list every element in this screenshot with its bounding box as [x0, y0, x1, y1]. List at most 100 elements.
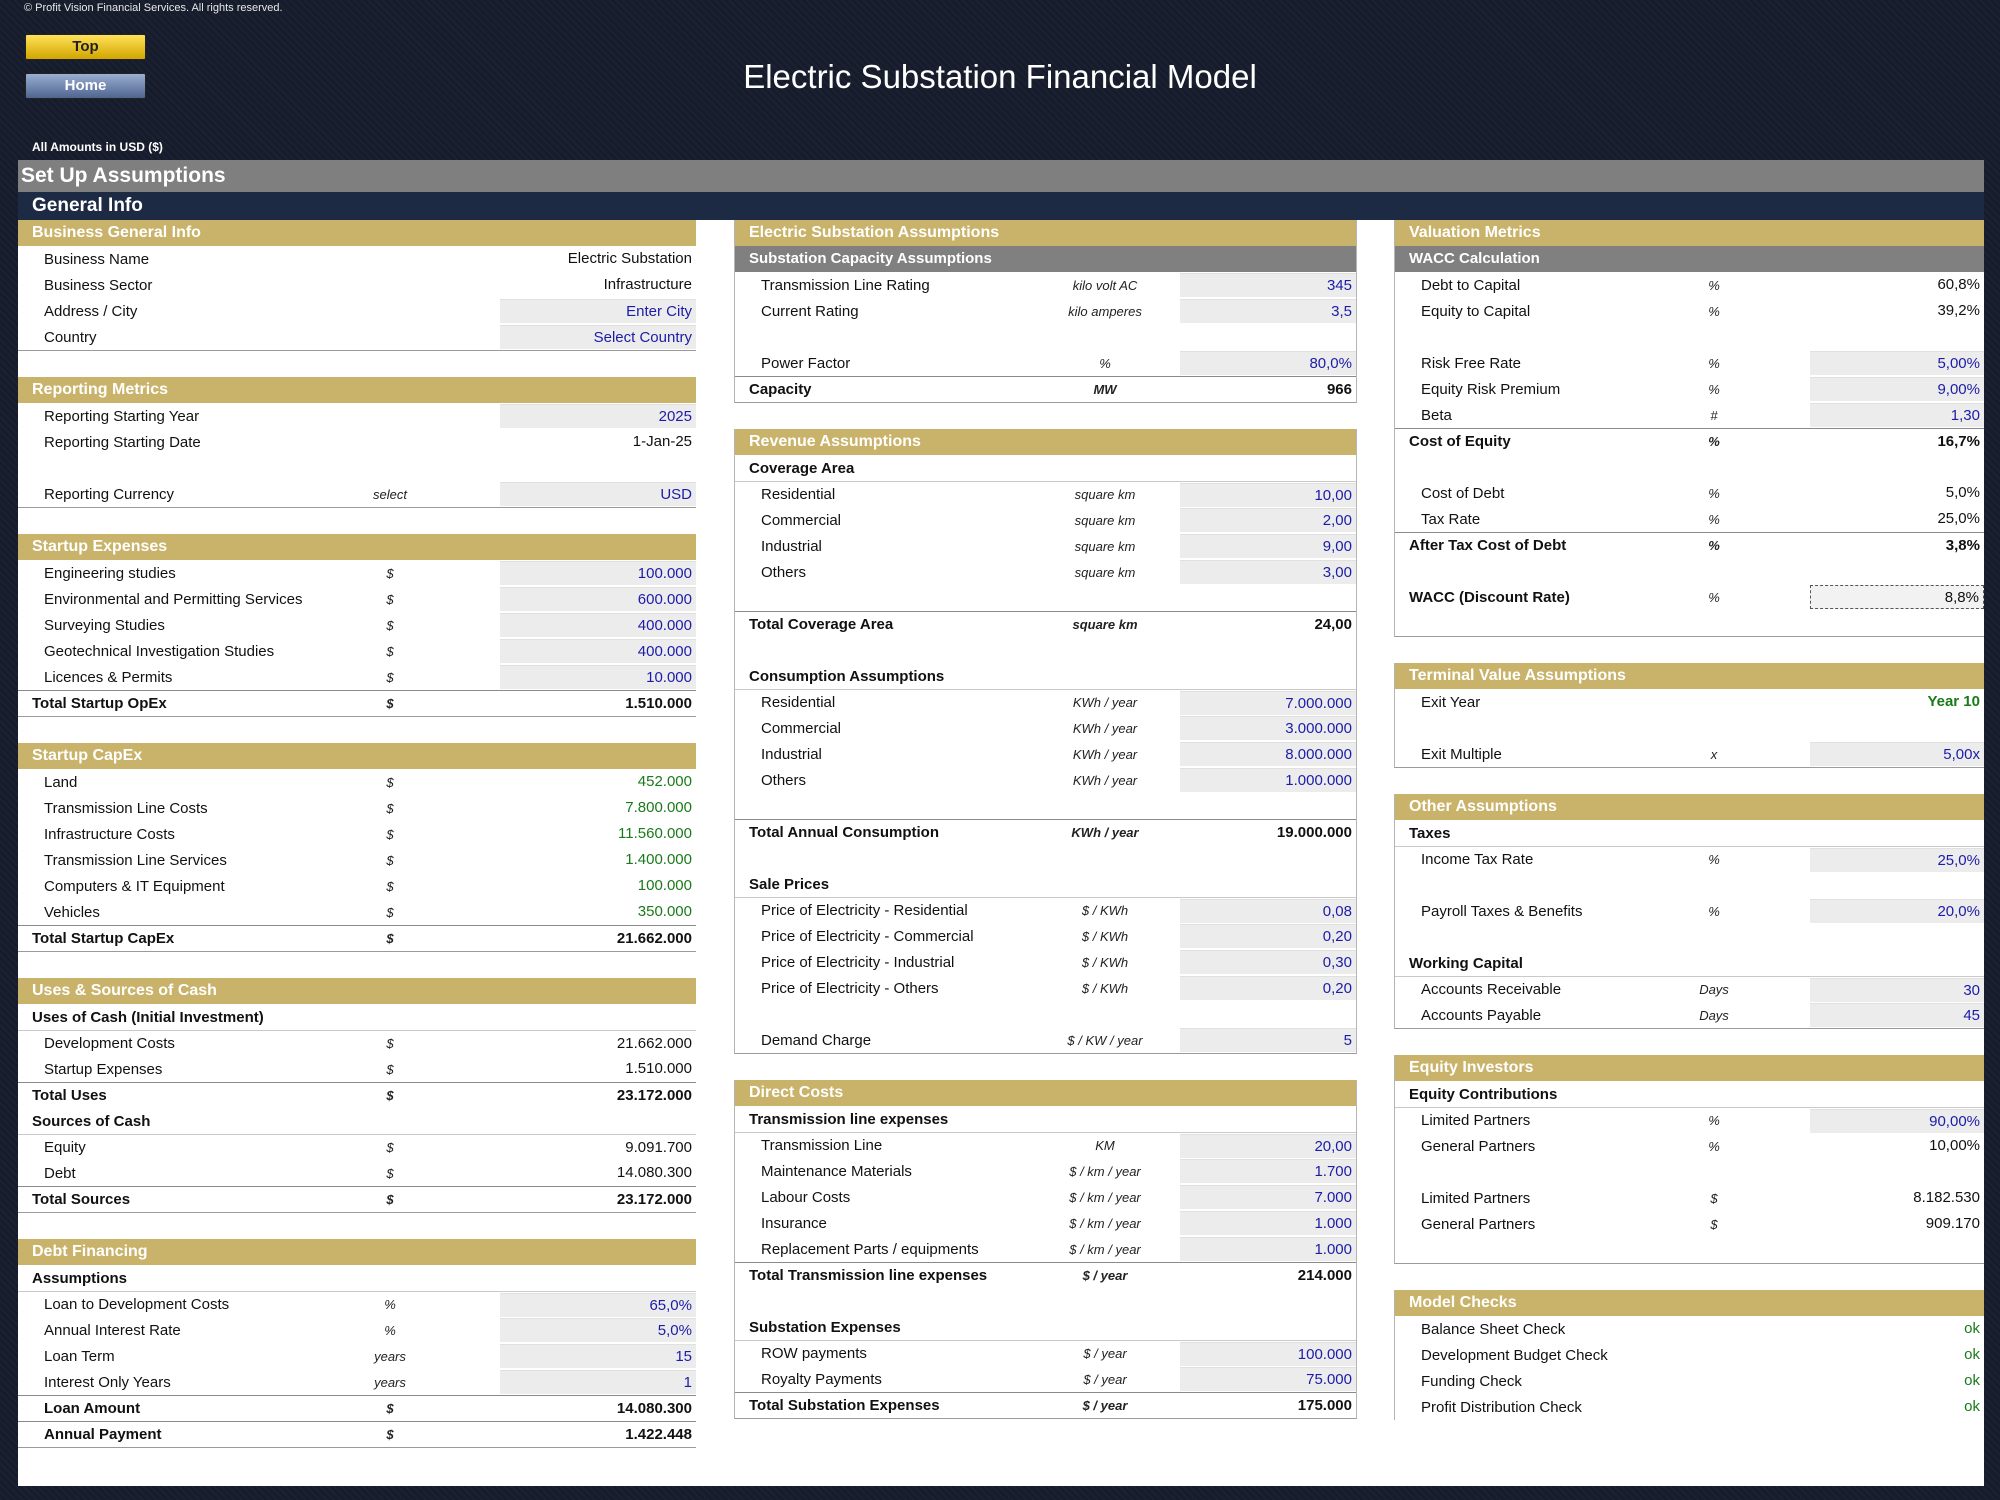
row-unit: square km	[1074, 512, 1136, 528]
value-input[interactable]: 80,0%	[1180, 351, 1356, 375]
value-input[interactable]: 345	[1180, 273, 1356, 297]
value-input[interactable]: 100.000	[1180, 1341, 1356, 1366]
currency-select[interactable]: USD	[500, 482, 696, 506]
value-input[interactable]: 20,00	[1180, 1133, 1356, 1158]
row-label: Surveying Studies	[44, 616, 165, 634]
value-input[interactable]: 9,00	[1180, 534, 1356, 558]
value-input[interactable]: 1.000	[1180, 1211, 1356, 1235]
value-input[interactable]: 100.000	[500, 561, 696, 585]
setup-assumptions-bar: Set Up Assumptions	[18, 160, 1984, 192]
value-input[interactable]: 7.000	[1180, 1185, 1356, 1209]
value-input[interactable]: 7.000.000	[1180, 690, 1356, 715]
section-header: Debt Financing	[18, 1239, 696, 1265]
value-input[interactable]: 5	[1180, 1028, 1356, 1052]
row-value: 350.000	[637, 903, 692, 920]
table-row: Insurance $ / km / year 1.000	[735, 1210, 1356, 1236]
value-input[interactable]: 45	[1810, 1003, 1984, 1027]
row-unit: $	[1710, 1190, 1718, 1206]
row-label: Geotechnical Investigation Studies	[44, 642, 275, 660]
table-row: Beta # 1,30	[1395, 402, 1984, 428]
row-label: Transmission Line Rating	[761, 276, 930, 294]
row-label: Business Sector	[44, 276, 153, 294]
row-unit: $ / KW / year	[1067, 1032, 1143, 1048]
spacer-row	[735, 637, 1356, 663]
value-input[interactable]: 600.000	[500, 587, 696, 611]
spacer-row	[735, 1001, 1356, 1027]
row-label: Total Substation Expenses	[749, 1397, 940, 1414]
value-input[interactable]: 5,00x	[1810, 742, 1984, 766]
spacer-row	[1395, 872, 1984, 898]
group-label: Coverage Area	[749, 459, 855, 477]
row-label: Total Startup CapEx	[32, 930, 175, 947]
table-row: Engineering studies $ 100.000	[18, 560, 696, 586]
spacer-row	[735, 324, 1356, 350]
table-row: Commercial KWh / year 3.000.000	[735, 715, 1356, 741]
row-label: Reporting Currency	[44, 485, 175, 503]
value-input[interactable]: 10.000	[500, 665, 696, 689]
value-input[interactable]: 1.000.000	[1180, 768, 1356, 792]
value-input[interactable]: 0,08	[1180, 898, 1356, 923]
value-input[interactable]: 9,00%	[1810, 377, 1984, 401]
group-label: Substation Expenses	[749, 1318, 901, 1336]
row-value: 11.560.000	[618, 825, 692, 842]
row-unit: $	[386, 1165, 394, 1181]
value-input[interactable]: 10,00	[1180, 482, 1356, 507]
value-input[interactable]: 75.000	[1180, 1367, 1356, 1391]
row-value: 14.080.300	[616, 1399, 692, 1417]
group-label: Transmission line expenses	[749, 1110, 949, 1128]
section-header: Reporting Metrics	[18, 377, 696, 403]
row-label: Reporting Starting Date	[44, 433, 201, 451]
group-row: Consumption Assumptions	[735, 663, 1356, 689]
table-row: Land $ 452.000	[18, 769, 696, 795]
table-row: Demand Charge $ / KW / year 5	[735, 1027, 1356, 1053]
value-input[interactable]: 1,30	[1810, 403, 1984, 427]
value-input[interactable]: 1	[500, 1370, 696, 1394]
exit-year-value: Year 10	[1927, 693, 1980, 710]
row-label: Payroll Taxes & Benefits	[1421, 902, 1583, 920]
row-unit: %	[1708, 303, 1720, 319]
row-label: Equity	[44, 1139, 86, 1156]
value-input[interactable]: 5,00%	[1810, 351, 1984, 375]
value-input[interactable]: 3,5	[1180, 299, 1356, 323]
table-row: Industrial square km 9,00	[735, 533, 1356, 559]
row-label: Power Factor	[761, 354, 851, 372]
value-input[interactable]: 3.000.000	[1180, 716, 1356, 740]
value-input[interactable]: 0,30	[1180, 950, 1356, 974]
row-value: 100.000	[637, 877, 692, 894]
total-row: Capacity MW 966	[735, 376, 1356, 402]
value-input[interactable]: 3,00	[1180, 560, 1356, 584]
row-value: 14.080.300	[616, 1164, 692, 1181]
value-input[interactable]: 30	[1810, 977, 1984, 1002]
value-input[interactable]: 1.700	[1180, 1159, 1356, 1183]
value-input[interactable]: 400.000	[500, 639, 696, 663]
row-unit: square km	[1072, 617, 1138, 632]
row-unit: %	[1708, 903, 1720, 919]
row-value: 1.422.448	[625, 1425, 692, 1443]
value-input[interactable]: 0,20	[1180, 976, 1356, 1000]
row-label: Cost of Debt	[1421, 484, 1505, 502]
table-row: Infrastructure Costs $ 11.560.000	[18, 821, 696, 847]
value-input[interactable]: 15	[500, 1344, 696, 1368]
value-input[interactable]: 65,0%	[500, 1292, 696, 1317]
row-unit: $	[386, 800, 394, 816]
value-input[interactable]: 400.000	[500, 613, 696, 637]
value-input[interactable]: 2,00	[1180, 508, 1356, 532]
start-year-input[interactable]: 2025	[500, 404, 696, 428]
table-row: Funding Check ok	[1395, 1368, 1984, 1394]
value-input[interactable]: 20,0%	[1810, 899, 1984, 923]
row-value: 10,00%	[1929, 1137, 1980, 1154]
value-input[interactable]: 1.000	[1180, 1237, 1356, 1261]
city-input[interactable]: Enter City	[500, 299, 696, 323]
country-select[interactable]: Select Country	[500, 325, 696, 349]
table-row: Startup Expenses $ 1.510.000	[18, 1056, 696, 1082]
value-input[interactable]: 5,0%	[500, 1318, 696, 1342]
row-label: Royalty Payments	[761, 1370, 882, 1388]
top-button[interactable]: Top	[25, 34, 146, 60]
wacc-value[interactable]: 8,8%	[1810, 585, 1984, 609]
value-input[interactable]: 0,20	[1180, 924, 1356, 948]
value-input[interactable]: 8.000.000	[1180, 742, 1356, 766]
value-input[interactable]: 90,00%	[1810, 1108, 1984, 1133]
value-input[interactable]: 25,0%	[1810, 847, 1984, 872]
row-label: After Tax Cost of Debt	[1409, 537, 1567, 554]
debt-financing: Debt Financing Assumptions Loan to Devel…	[18, 1239, 696, 1448]
